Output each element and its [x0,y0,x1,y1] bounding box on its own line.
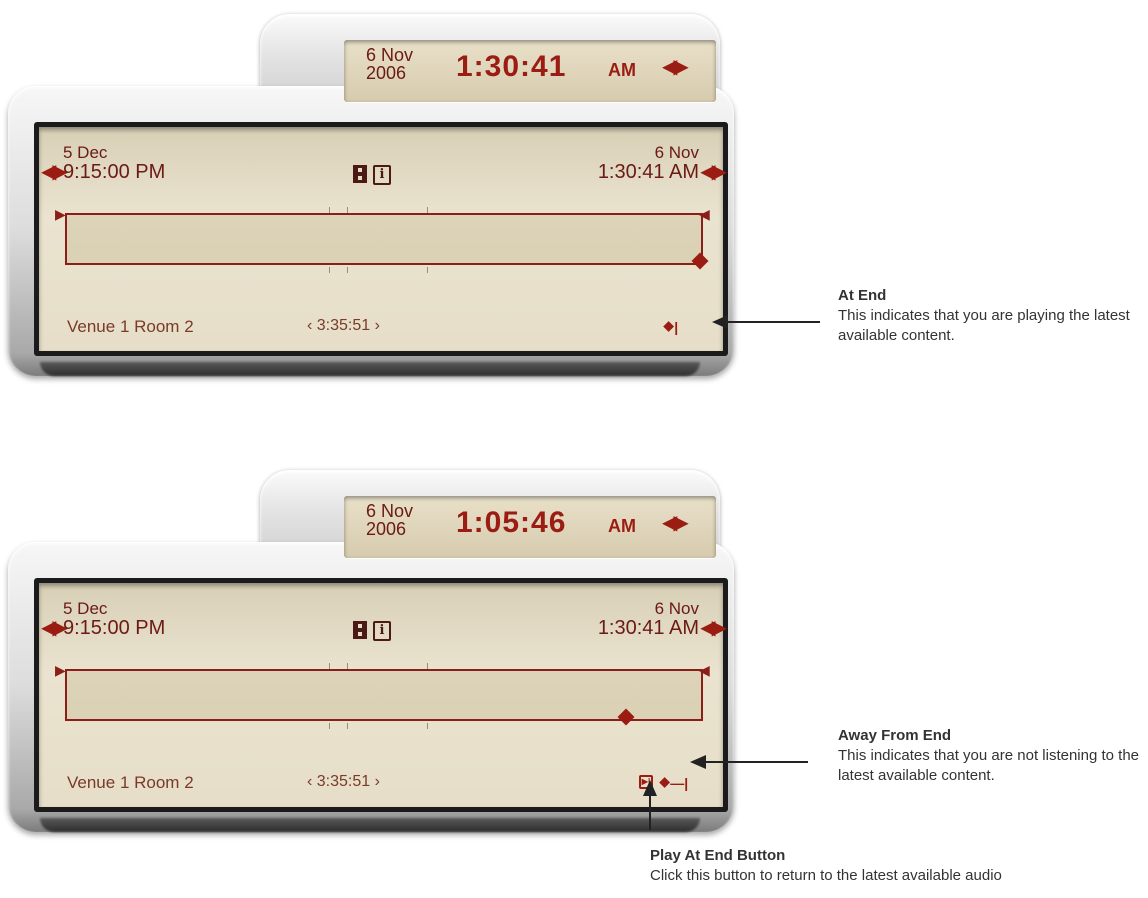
at-end-icon: ⯁| [663,319,679,335]
away-from-end-icon: ⯁—| [659,775,689,791]
timeline-tick [347,663,348,669]
player-widget-away-from-end: 6 Nov 2006 1:05:46 AM ◀▶ ◀▶ 5 Dec 9:15:0… [0,456,740,846]
end-time: 1:30:41 AM [597,617,699,639]
clock-date: 6 Nov 2006 [366,501,414,539]
clock-nav-arrows-icon[interactable]: ◀▶ [662,54,689,79]
duration-label[interactable]: ‹ 3:35:51 › [307,773,380,791]
timeline-tick [427,207,428,213]
start-date: 5 Dec [63,599,108,618]
timeline-tick [427,663,428,669]
start-time: 9:15:00 PM [63,161,166,183]
annotation-text: Click this button to return to the lates… [650,867,1002,884]
timeline-tick [329,723,330,729]
start-date: 5 Dec [63,143,108,162]
start-nav-arrows-icon[interactable]: ◀▶ [41,159,68,184]
timeline-tick [329,663,330,669]
film-icon[interactable] [353,621,367,639]
start-time: 9:15:00 PM [63,617,166,639]
clock-nav-arrows-icon[interactable]: ◀▶ [662,510,689,535]
playhead-marker[interactable] [691,252,709,270]
annotation-away-from-end: Away From End This indicates that you ar… [838,726,1143,786]
info-icon[interactable]: i [373,165,391,185]
film-icon[interactable] [353,165,367,183]
clock-date: 6 Nov 2006 [366,45,414,83]
annotation-pointer-line [649,794,651,830]
timeline-track[interactable] [65,663,703,729]
timeline-tick [347,723,348,729]
chrome-shadow [40,818,700,832]
timeline-tick [347,267,348,273]
start-nav-arrows-icon[interactable]: ◀▶ [41,615,68,640]
main-screen: ◀▶ 5 Dec 9:15:00 PM i 6 Nov 1:30:41 AM ◀… [34,578,728,812]
clock-ampm: AM [608,60,636,80]
timeline-tick [329,207,330,213]
annotation-text: This indicates that you are not listenin… [838,747,1140,784]
clock-ampm: AM [608,516,636,536]
end-nav-arrows-icon[interactable]: ◀▶ [700,615,727,640]
clock-display: 6 Nov 2006 1:30:41 AM ◀▶ [344,40,716,102]
clock-display: 6 Nov 2006 1:05:46 AM ◀▶ [344,496,716,558]
annotation-title: At End [838,287,887,304]
info-icon[interactable]: i [373,621,391,641]
annotation-pointer-line [726,321,820,323]
chrome-shadow [40,362,700,376]
end-date: 6 Nov [654,599,699,618]
timeline-tick [427,267,428,273]
annotation-play-at-end: Play At End Button Click this button to … [650,846,1130,886]
timeline-tick [427,723,428,729]
venue-label: Venue 1 Room 2 [67,317,194,336]
timeline-tick [347,207,348,213]
end-date: 6 Nov [654,143,699,162]
timeline-tick [329,267,330,273]
annotation-title: Play At End Button [650,847,786,864]
clock-time: 1:30:41 [456,50,567,83]
venue-label: Venue 1 Room 2 [67,773,194,792]
playhead-marker[interactable] [617,708,635,726]
annotation-text: This indicates that you are playing the … [838,307,1130,344]
annotation-at-end: At End This indicates that you are playi… [838,286,1138,346]
main-screen: ◀▶ 5 Dec 9:15:00 PM i 6 Nov 1:30:41 AM ◀… [34,122,728,356]
end-nav-arrows-icon[interactable]: ◀▶ [700,159,727,184]
clock-time: 1:05:46 [456,506,567,539]
annotation-pointer-line [704,761,808,763]
player-widget-at-end: 6 Nov 2006 1:30:41 AM ◀▶ ◀▶ 5 Dec 9:15:0… [0,0,740,390]
timeline-track[interactable] [65,207,709,273]
annotation-title: Away From End [838,727,952,744]
end-time: 1:30:41 AM [597,161,699,183]
duration-label[interactable]: ‹ 3:35:51 › [307,317,380,335]
